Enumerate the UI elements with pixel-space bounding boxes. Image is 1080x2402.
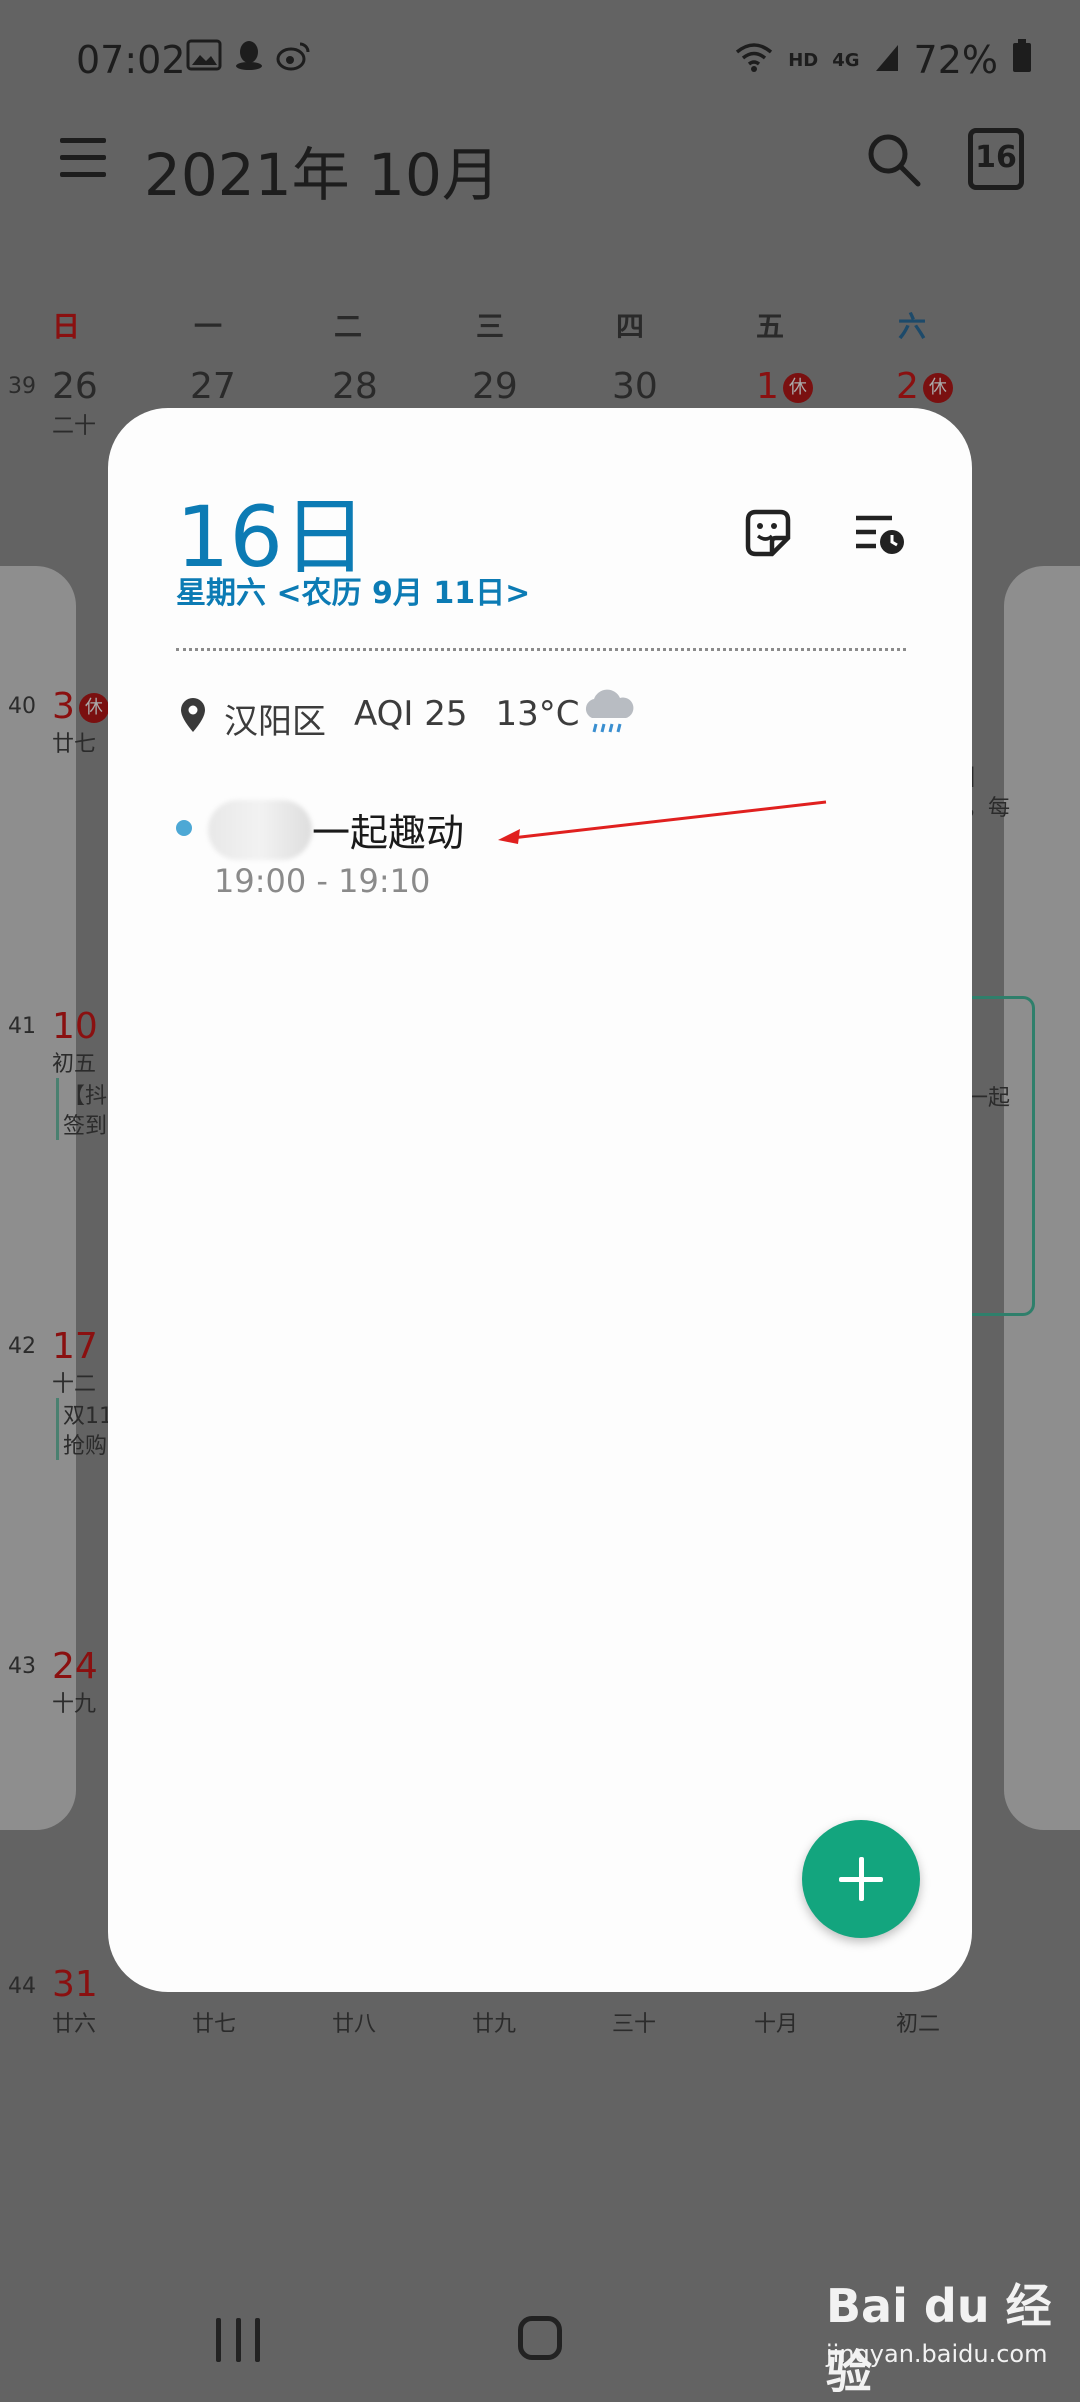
event-title[interactable]: 一起趣动 — [312, 802, 464, 857]
day-cell[interactable]: 17 — [52, 1326, 98, 1367]
day-cell[interactable]: 3休 — [52, 686, 109, 727]
weekday-thu: 四 — [615, 310, 644, 343]
holiday-badge: 休 — [78, 693, 109, 723]
holiday-badge: 休 — [782, 373, 813, 403]
weekday-mon: 一 — [193, 310, 222, 343]
weekday-fri: 五 — [755, 310, 784, 343]
signal-icon — [874, 38, 900, 82]
search-icon[interactable] — [866, 132, 922, 188]
day-number: 1 — [756, 366, 779, 407]
lunar-label: 十月 — [754, 2012, 799, 2037]
day-cell[interactable]: 30 — [612, 366, 658, 407]
weibo-icon — [276, 38, 312, 81]
home-button[interactable] — [518, 2316, 562, 2360]
popup-subtitle: 星期六 <农历 9月 11日> — [176, 576, 531, 611]
week-number: 44 — [8, 1974, 36, 1999]
battery-icon — [1012, 38, 1032, 82]
add-event-button[interactable] — [802, 1820, 920, 1938]
lunar-label: 十九 — [52, 1692, 97, 1717]
day-cell[interactable]: 26 — [52, 366, 98, 407]
day-cell[interactable]: 1休 — [756, 366, 813, 407]
weekday-sun: 日 — [51, 310, 80, 343]
event-fragment: ，每 — [966, 796, 1011, 821]
event-time: 19:00 - 19:10 — [214, 862, 431, 900]
baidu-watermark: Bai du 经验 — [826, 2279, 1052, 2399]
weekday-wed: 三 — [475, 310, 504, 343]
lunar-label: 廿六 — [52, 2012, 97, 2037]
status-time: 07:02 — [76, 38, 186, 82]
temperature: 13°C — [495, 694, 580, 734]
lunar-label: 廿七 — [52, 732, 97, 757]
lunar-label: 十二 — [52, 1372, 97, 1397]
weekday-tue: 二 — [333, 310, 362, 343]
divider — [176, 648, 906, 651]
today-button[interactable]: 16 — [968, 128, 1024, 190]
lunar-label: 廿七 — [192, 2012, 237, 2037]
day-cell[interactable]: 28 — [332, 366, 378, 407]
menu-icon[interactable] — [60, 138, 106, 180]
lunar-label: 初二 — [896, 2012, 941, 2037]
aqi-value: AQI 25 — [354, 694, 468, 734]
day-detail-card — [108, 408, 972, 1992]
week-number: 43 — [8, 1654, 36, 1679]
day-cell[interactable]: 27 — [190, 366, 236, 407]
gallery-icon — [186, 38, 222, 81]
event-chip[interactable]: 双11 — [56, 1398, 113, 1430]
recent-apps-button[interactable] — [216, 2318, 260, 2362]
lunar-label: 廿九 — [472, 2012, 517, 2037]
wifi-icon — [734, 38, 774, 82]
signal-type: 4G — [832, 49, 860, 71]
annotation-arrow — [490, 798, 830, 848]
week-number: 39 — [8, 374, 36, 399]
lunar-label: 三十 — [612, 2012, 657, 2037]
weather-row[interactable]: 汉阳区 AQI 25 13°C — [224, 694, 580, 743]
location-pin-icon — [178, 696, 208, 734]
status-right: HD 4G 72% — [734, 38, 1032, 82]
qq-icon — [234, 38, 264, 81]
lunar-label: 初五 — [52, 1052, 97, 1077]
month-title[interactable]: 2021年 10月 — [144, 128, 500, 212]
event-fragment: 一起 — [966, 1086, 1011, 1111]
event-color-dot — [176, 820, 192, 836]
week-number: 42 — [8, 1334, 36, 1359]
redacted-text — [208, 800, 312, 860]
day-cell[interactable]: 29 — [472, 366, 518, 407]
event-chip[interactable]: 【抖 — [56, 1078, 107, 1110]
notification-icons — [186, 38, 312, 81]
location-name: 汉阳区 — [224, 702, 326, 742]
day-number: 3 — [52, 686, 75, 727]
lunar-label: 廿八 — [332, 2012, 377, 2037]
holiday-badge: 休 — [922, 373, 953, 403]
watermark-url: jingyan.baidu.com — [826, 2340, 1048, 2368]
week-number: 41 — [8, 1014, 36, 1039]
weekday-sat: 六 — [897, 310, 926, 343]
rain-cloud-icon — [580, 688, 636, 740]
week-number: 40 — [8, 694, 36, 719]
status-bar: 07:02 HD 4G 72% — [0, 0, 1080, 120]
lunar-label: 二十 — [52, 414, 97, 439]
day-number: 2 — [896, 366, 919, 407]
event-chip[interactable]: 签到 — [56, 1108, 107, 1140]
battery-level: 72% — [913, 38, 998, 82]
day-cell[interactable]: 10 — [52, 1006, 98, 1047]
day-cell[interactable]: 24 — [52, 1646, 98, 1687]
sticker-icon[interactable] — [742, 508, 794, 560]
selected-day-outline — [966, 996, 1035, 1316]
day-cell[interactable]: 31 — [52, 1964, 98, 2005]
schedule-list-icon[interactable] — [852, 510, 906, 560]
hd-indicator: HD — [788, 49, 819, 71]
day-cell[interactable]: 2休 — [896, 366, 953, 407]
event-chip[interactable]: 抢购 — [56, 1428, 107, 1460]
